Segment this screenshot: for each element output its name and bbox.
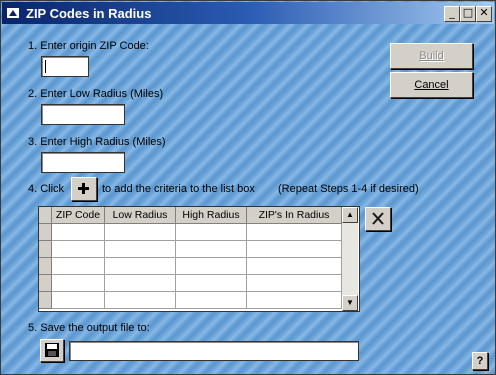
grid-cell[interactable] [52, 275, 105, 292]
grid-cell[interactable] [176, 241, 247, 258]
grid-cell[interactable] [105, 275, 176, 292]
minimize-button[interactable]: _ [444, 6, 460, 22]
row-header[interactable] [39, 275, 52, 292]
row-header[interactable] [39, 258, 52, 275]
grid-cell[interactable] [247, 292, 342, 309]
build-label: Build [419, 50, 444, 62]
step5-label: 5. Save the output file to: [28, 322, 150, 334]
remove-criteria-button[interactable] [365, 207, 391, 231]
step4-label-suffix: to add the criteria to the list box [102, 183, 255, 195]
build-button[interactable]: Build [390, 43, 473, 69]
scroll-up-arrow-icon[interactable]: ▲ [342, 207, 358, 223]
help-button[interactable]: ? [472, 352, 488, 370]
window-title: ZIP Codes in Radius [26, 6, 152, 21]
grid-cell[interactable] [247, 275, 342, 292]
cancel-button[interactable]: Cancel [390, 72, 473, 98]
zip-radius-window: ZIP Codes in Radius _ □ ✕ 1. Enter origi… [0, 0, 496, 375]
low-radius-field[interactable] [41, 104, 125, 125]
title-bar: ZIP Codes in Radius _ □ ✕ [2, 2, 494, 24]
vertical-scrollbar[interactable]: ▲ ▼ [342, 207, 358, 311]
close-button[interactable]: ✕ [476, 6, 492, 22]
grid-cell[interactable] [247, 224, 342, 241]
grid-cell[interactable] [52, 241, 105, 258]
high-radius-field[interactable] [41, 152, 125, 173]
step1-label: 1. Enter origin ZIP Code: [28, 40, 149, 52]
grid-cell[interactable] [247, 241, 342, 258]
row-header[interactable] [39, 241, 52, 258]
column-header-zip[interactable]: ZIP Code [52, 207, 105, 224]
add-criteria-button[interactable] [71, 177, 97, 201]
cancel-label: Cancel [414, 79, 449, 91]
grid-cell[interactable] [247, 258, 342, 275]
app-icon [7, 8, 19, 18]
grid-cell[interactable] [105, 292, 176, 309]
step3-label: 3. Enter High Radius (Miles) [28, 136, 166, 148]
column-header-high-radius[interactable]: High Radius [176, 207, 247, 224]
repeat-steps-note: (Repeat Steps 1-4 if desired) [278, 183, 419, 195]
grid-corner [39, 207, 52, 224]
plus-icon [78, 183, 89, 194]
column-header-zips-in-radius[interactable]: ZIP's In Radius [247, 207, 342, 224]
grid-cell[interactable] [52, 258, 105, 275]
grid-cell[interactable] [176, 224, 247, 241]
column-header-low-radius[interactable]: Low Radius [105, 207, 176, 224]
grid-cell[interactable] [52, 292, 105, 309]
x-icon [372, 212, 384, 225]
floppy-disk-icon [45, 343, 59, 357]
save-file-button[interactable] [40, 339, 64, 362]
text-caret [45, 60, 46, 73]
grid-cell[interactable] [52, 224, 105, 241]
grid-cell[interactable] [105, 241, 176, 258]
origin-zip-field[interactable] [41, 56, 89, 77]
grid-cell[interactable] [176, 292, 247, 309]
criteria-list-grid[interactable]: ZIP Code Low Radius High Radius ZIP's In… [38, 206, 360, 312]
step2-label: 2. Enter Low Radius (Miles) [28, 88, 164, 100]
row-header[interactable] [39, 224, 52, 241]
grid-cell[interactable] [176, 258, 247, 275]
maximize-button[interactable]: □ [460, 6, 476, 22]
step4-label-prefix: 4. Click [28, 183, 65, 195]
grid-cell[interactable] [105, 224, 176, 241]
grid-cell[interactable] [176, 275, 247, 292]
output-file-field[interactable] [69, 341, 359, 361]
row-header[interactable] [39, 292, 52, 309]
scroll-down-arrow-icon[interactable]: ▼ [342, 295, 358, 311]
grid-cell[interactable] [105, 258, 176, 275]
